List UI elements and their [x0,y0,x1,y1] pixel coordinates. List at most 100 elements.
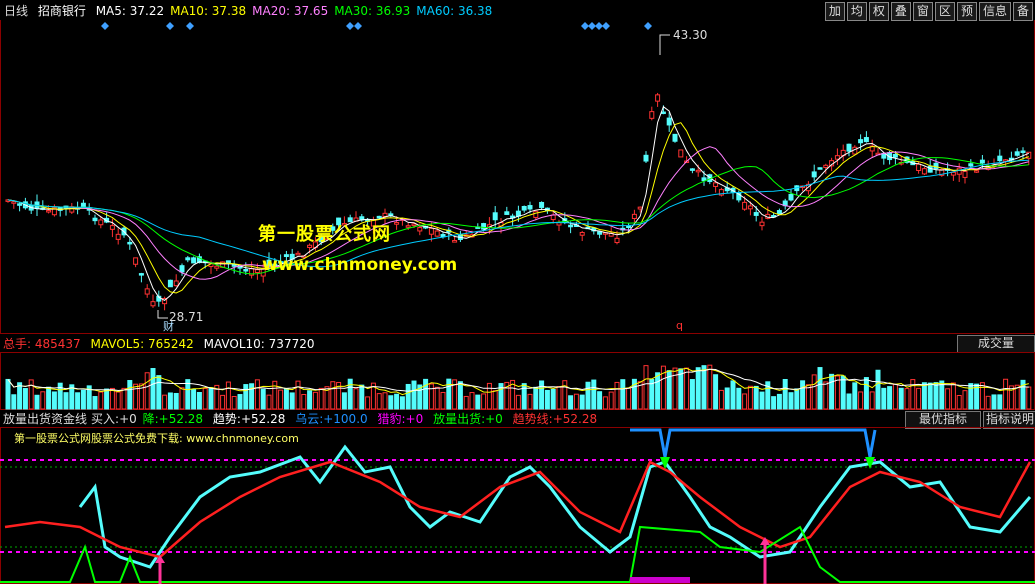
volume-bar [98,391,104,410]
volume-bar [11,394,17,410]
toolbar-button[interactable]: 备 [1012,2,1033,21]
trend-field: 趋势:+52.28 [213,412,285,426]
event-diamond [186,22,194,30]
volume-bar [63,392,69,410]
candle-body [527,205,533,210]
volume-chart[interactable] [0,352,1035,410]
volume-bar [278,389,284,410]
volume-bar [863,377,869,410]
candle-body [550,214,556,221]
toolbar-button[interactable]: 预 [956,2,977,21]
candle-body [533,210,539,218]
volume-bar [904,388,910,410]
volume-bar [869,391,875,410]
candle-body [846,143,852,152]
volume-bar [997,394,1003,410]
low-marker-line [157,310,168,319]
volume-bar [231,395,237,410]
volume-bar [771,396,777,410]
volume-bar [881,387,887,410]
volume-bar [985,395,991,410]
volume-bar [1003,378,1009,410]
toolbar-button[interactable]: 加 [824,2,845,21]
volume-bar [411,380,417,410]
volume-bar [388,395,394,410]
volume-bar [707,364,713,410]
volume-bar [916,387,922,410]
volume-bar [423,378,429,410]
dump-field: 放量出货:+0 [433,412,503,426]
candle-body [742,201,748,210]
candle-body [568,224,574,228]
volume-bar [162,394,168,410]
candle-body [579,232,585,236]
volume-bar [858,391,864,410]
candle-body [614,237,620,244]
candle-body [695,169,701,173]
candle-body [127,241,133,245]
cloud-field: 乌云:+100.0 [295,412,367,426]
indicator-name: 放量出货资金线 买入:+0 [3,412,137,426]
toolbar-button[interactable]: 窗 [912,2,933,21]
volume-bar [910,379,916,410]
volume-bar [979,382,985,410]
volume-bar [237,394,243,410]
volume-bar [794,388,800,410]
volume-bar [742,393,748,410]
candle-body [133,257,139,265]
candle-body [1020,150,1026,153]
volume-bar [359,384,365,410]
toolbar-button[interactable]: 叠 [890,2,911,21]
volume-bar [840,375,846,410]
volume-bar [399,396,405,410]
candle-body [811,171,817,178]
volume-bar [312,391,318,410]
volume-bar [800,380,806,410]
volume-bar [533,386,539,410]
buy-label: 买入: [91,412,120,426]
volume-bar [365,396,371,410]
candle-body [713,182,719,187]
candlestick-chart[interactable]: 43.30 28.71财 q [0,20,1035,334]
candle-body [417,227,423,232]
volume-bar [92,396,98,410]
ma-legend-item: MA5: 37.22 [95,4,165,18]
toolbar-button[interactable]: 信息 [978,2,1011,21]
dump-value: +0 [485,412,503,426]
volume-bar [249,383,255,410]
volume-bar [254,379,260,410]
candle-body [80,202,86,208]
volume-bar [220,394,226,410]
toolbar-button[interactable]: 权 [868,2,889,21]
candle-body [434,230,440,237]
ma-legend: MA5: 37.22 MA10: 37.38 MA20: 37.65 MA30: 36… [96,4,499,18]
candle-body [660,111,666,115]
indicator-chart[interactable] [0,427,1035,584]
volume-bar [887,386,893,410]
hunt-value: +0 [405,412,424,426]
volume-bar [301,393,307,410]
volume-bar [776,393,782,410]
toolbar-button[interactable]: 区 [934,2,955,21]
low-price-label: 28.71 [169,310,203,324]
dump-line-green [0,525,1035,583]
candle-body [243,269,249,272]
volume-bar [892,383,898,410]
total-value-text: 485437 [34,337,81,351]
volume-bar [243,384,249,410]
volume-bar [330,381,336,410]
volume-bar [759,391,765,410]
price-header: 日线 招商银行 MA5: 37.22 MA10: 37.38 MA20: 37.65… [4,3,504,19]
volume-bar [927,382,933,410]
watermark-url: www.chnmoney.com [262,255,458,275]
toolbar-button[interactable]: 均 [846,2,867,21]
volume-bar [115,391,121,410]
volume-bar [463,395,469,410]
volume-button[interactable]: 成交量 [957,335,1035,353]
cloud-bracket [630,428,877,458]
candle-body [823,164,829,168]
volume-bar [289,392,295,410]
volume-bar [405,383,411,410]
volume-bar [318,387,324,410]
candle-body [11,201,17,204]
